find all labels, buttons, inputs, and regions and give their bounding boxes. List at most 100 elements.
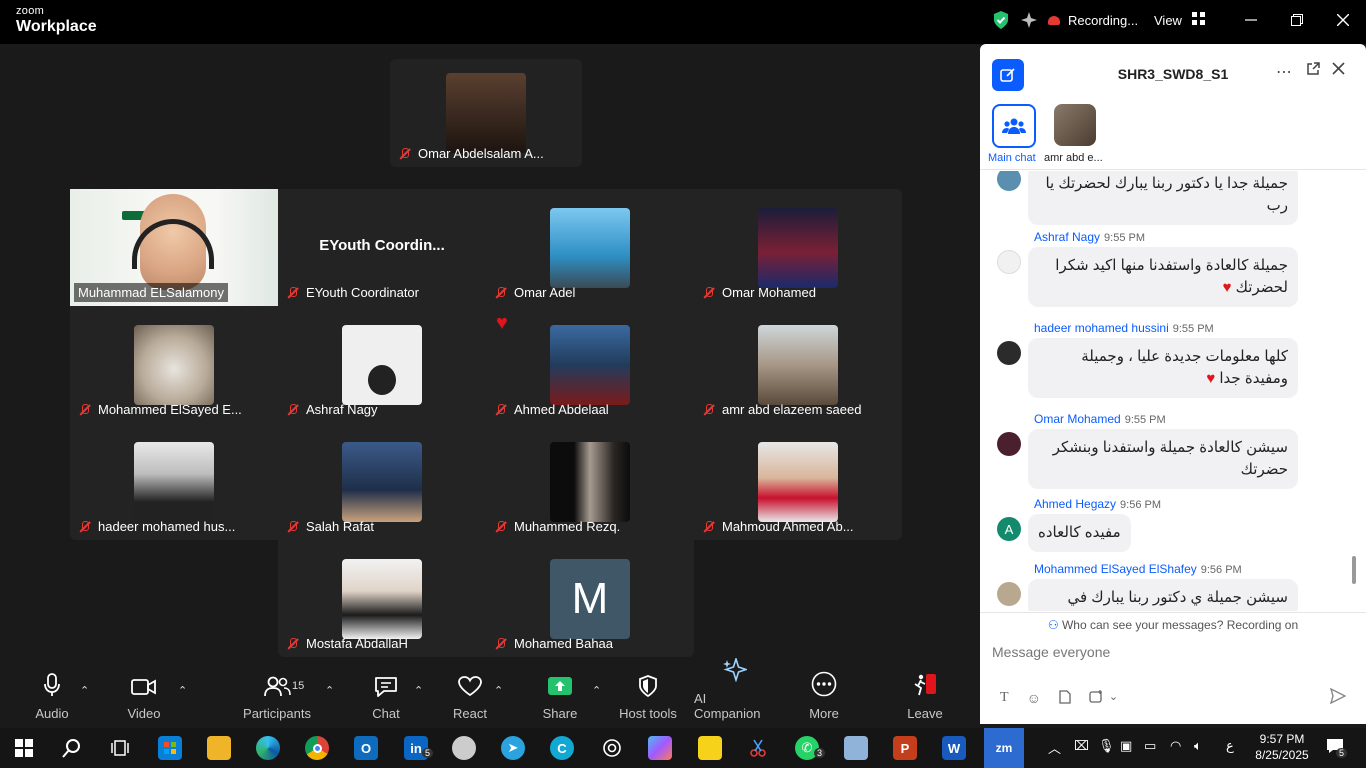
snipping-tool-icon[interactable] [746,736,770,760]
chatgpt-icon[interactable] [600,736,624,760]
participant-tile[interactable]: Omar Adel [486,189,694,306]
message-input[interactable]: Message everyone [992,644,1110,660]
volume-icon[interactable]: 🔈︎ [1194,738,1202,754]
participant-tile[interactable]: amr abd elazeem saeed [694,306,902,423]
emoji-icon[interactable]: ☺ [1027,690,1041,707]
participant-name: Mostafa AbdallaH [286,636,408,651]
participants-options-chevron-icon[interactable]: ⌃ [325,684,334,697]
tab-main-chat[interactable] [992,104,1036,148]
chat-options-chevron-icon[interactable]: ⌃ [414,684,423,697]
wifi-icon[interactable]: ◠ [1170,738,1181,754]
message-meta: Omar Mohamed 9:55 PM [1034,412,1166,426]
active-speaker-tile[interactable]: Muhammad ELSalamony [70,189,278,306]
participant-tile[interactable]: Omar Mohamed [694,189,902,306]
audio-options-chevron-icon[interactable]: ⌃ [80,684,89,697]
pop-out-icon[interactable] [1306,62,1320,81]
zoom-taskbar-icon[interactable]: zm [984,728,1024,768]
screenshot-icon[interactable] [1089,690,1103,707]
chrome-icon[interactable] [305,736,329,760]
taskbar-clock[interactable]: 9:57 PM 8/25/2025 [1250,731,1314,763]
participant-tile[interactable]: Omar Abdelsalam A... [390,59,582,167]
participant-tile[interactable]: Muhammed Rezq. [486,423,694,540]
edge-icon[interactable] [256,736,280,760]
camera-tray-icon[interactable]: ⌧ [1074,738,1089,754]
leave-button[interactable]: Leave [904,674,946,728]
powerpoint-icon[interactable]: P [893,736,917,760]
host-tools-button[interactable]: Host tools [618,674,678,728]
word-icon[interactable]: W [942,736,966,760]
encryption-shield-icon[interactable] [992,0,1012,40]
mic-muted-icon [286,286,300,300]
share-button[interactable]: Share [536,674,584,728]
share-options-chevron-icon[interactable]: ⌃ [592,684,601,697]
text-format-icon[interactable]: T [1000,690,1009,707]
more-options-icon[interactable]: ⋯ [1276,62,1292,82]
windows-start-icon[interactable] [12,736,36,760]
send-icon[interactable] [1329,687,1347,709]
copilot-icon[interactable] [648,736,672,760]
close-window-icon[interactable] [1320,0,1366,40]
participant-avatar [342,442,422,522]
taskbar: O in 5 ➤ C ✆ 3 P W zm ︿ ⌧ 🎙︎ ▣ ▭ ◠ 🔈︎ ع … [0,728,1366,768]
display-tray-icon[interactable]: ▣ [1120,738,1132,754]
participant-tile[interactable]: Mohammed ElSayed E... [70,306,278,423]
input-language[interactable]: ع [1226,738,1234,754]
participant-avatar [550,325,630,405]
participant-name: Ashraf Nagy [286,402,378,417]
recording-indicator[interactable]: Recording... [1048,0,1138,40]
restore-icon[interactable] [1274,0,1320,40]
ai-companion-button[interactable]: AI Companion [694,656,776,728]
sparkle-icon [723,656,749,687]
ai-sparkle-icon[interactable] [1020,0,1040,40]
participant-tile[interactable]: Salah Rafat [278,423,486,540]
sender-avatar [997,582,1021,606]
participant-tile[interactable]: Ashraf Nagy [278,306,486,423]
heart-outline-icon [457,675,483,702]
audio-button[interactable]: Audio [30,673,74,728]
video-button[interactable]: Video [118,674,170,728]
participant-tile[interactable]: Mostafa AbdallaH [278,540,486,657]
participant-tile[interactable]: ♥ Ahmed Abdelaal [486,306,694,423]
participant-tile[interactable]: EYouth Coordin... EYouth Coordinator [278,189,486,306]
chat-button[interactable]: Chat [366,674,406,728]
tab-direct-user-avatar[interactable] [1054,104,1096,146]
sticky-notes-icon[interactable] [698,736,722,760]
mic-muted-icon [702,286,716,300]
search-icon[interactable] [60,736,84,760]
participant-tile[interactable]: Mahmoud Ahmed Ab... [694,423,902,540]
heart-emoji-icon: ♥ [1222,279,1232,296]
microphone-tray-icon[interactable]: 🎙︎ [1098,738,1115,754]
participant-avatar [134,325,214,405]
chevron-down-icon[interactable]: ⌄ [1109,690,1118,707]
message-bubble: جميلة جدا يا دكتور ربنا يبارك لحضرتك يا … [1028,171,1298,225]
telegram-icon[interactable]: ➤ [501,736,525,760]
task-view-icon[interactable] [108,736,132,760]
battery-icon[interactable]: ▭ [1144,738,1156,754]
canva-icon[interactable]: C [550,736,574,760]
paint-icon[interactable] [844,736,868,760]
outlook-icon[interactable]: O [354,736,378,760]
clock-date: 8/25/2025 [1255,748,1309,762]
participant-name: EYouth Coordinator [286,285,419,300]
chat-scrollbar[interactable] [1352,556,1356,584]
participant-tile[interactable]: hadeer mohamed hus... [70,423,278,540]
video-options-chevron-icon[interactable]: ⌃ [178,684,187,697]
file-icon[interactable] [1059,690,1071,707]
more-button[interactable]: More [804,671,844,728]
mic-muted-icon [286,403,300,417]
participant-tile[interactable]: M Mohamed Bahaa [486,540,694,657]
app-icon[interactable] [452,736,476,760]
store-icon[interactable] [158,736,182,760]
react-options-chevron-icon[interactable]: ⌃ [494,684,503,697]
sender-avatar [997,341,1021,365]
close-chat-icon[interactable] [1332,62,1345,80]
participant-avatar [134,442,214,522]
participant-name: Mohamed Bahaa [494,636,613,651]
react-button[interactable]: React [448,674,492,728]
privacy-notice[interactable]: ⚇ Who can see your messages? Recording o… [980,612,1366,636]
chat-tabs: Main chat amr abd e... [980,104,1366,170]
show-hidden-icons-chevron-icon[interactable]: ︿ [1048,738,1061,757]
view-button[interactable]: View [1154,0,1205,40]
file-explorer-icon[interactable] [207,736,231,760]
minimize-icon[interactable] [1228,0,1274,40]
